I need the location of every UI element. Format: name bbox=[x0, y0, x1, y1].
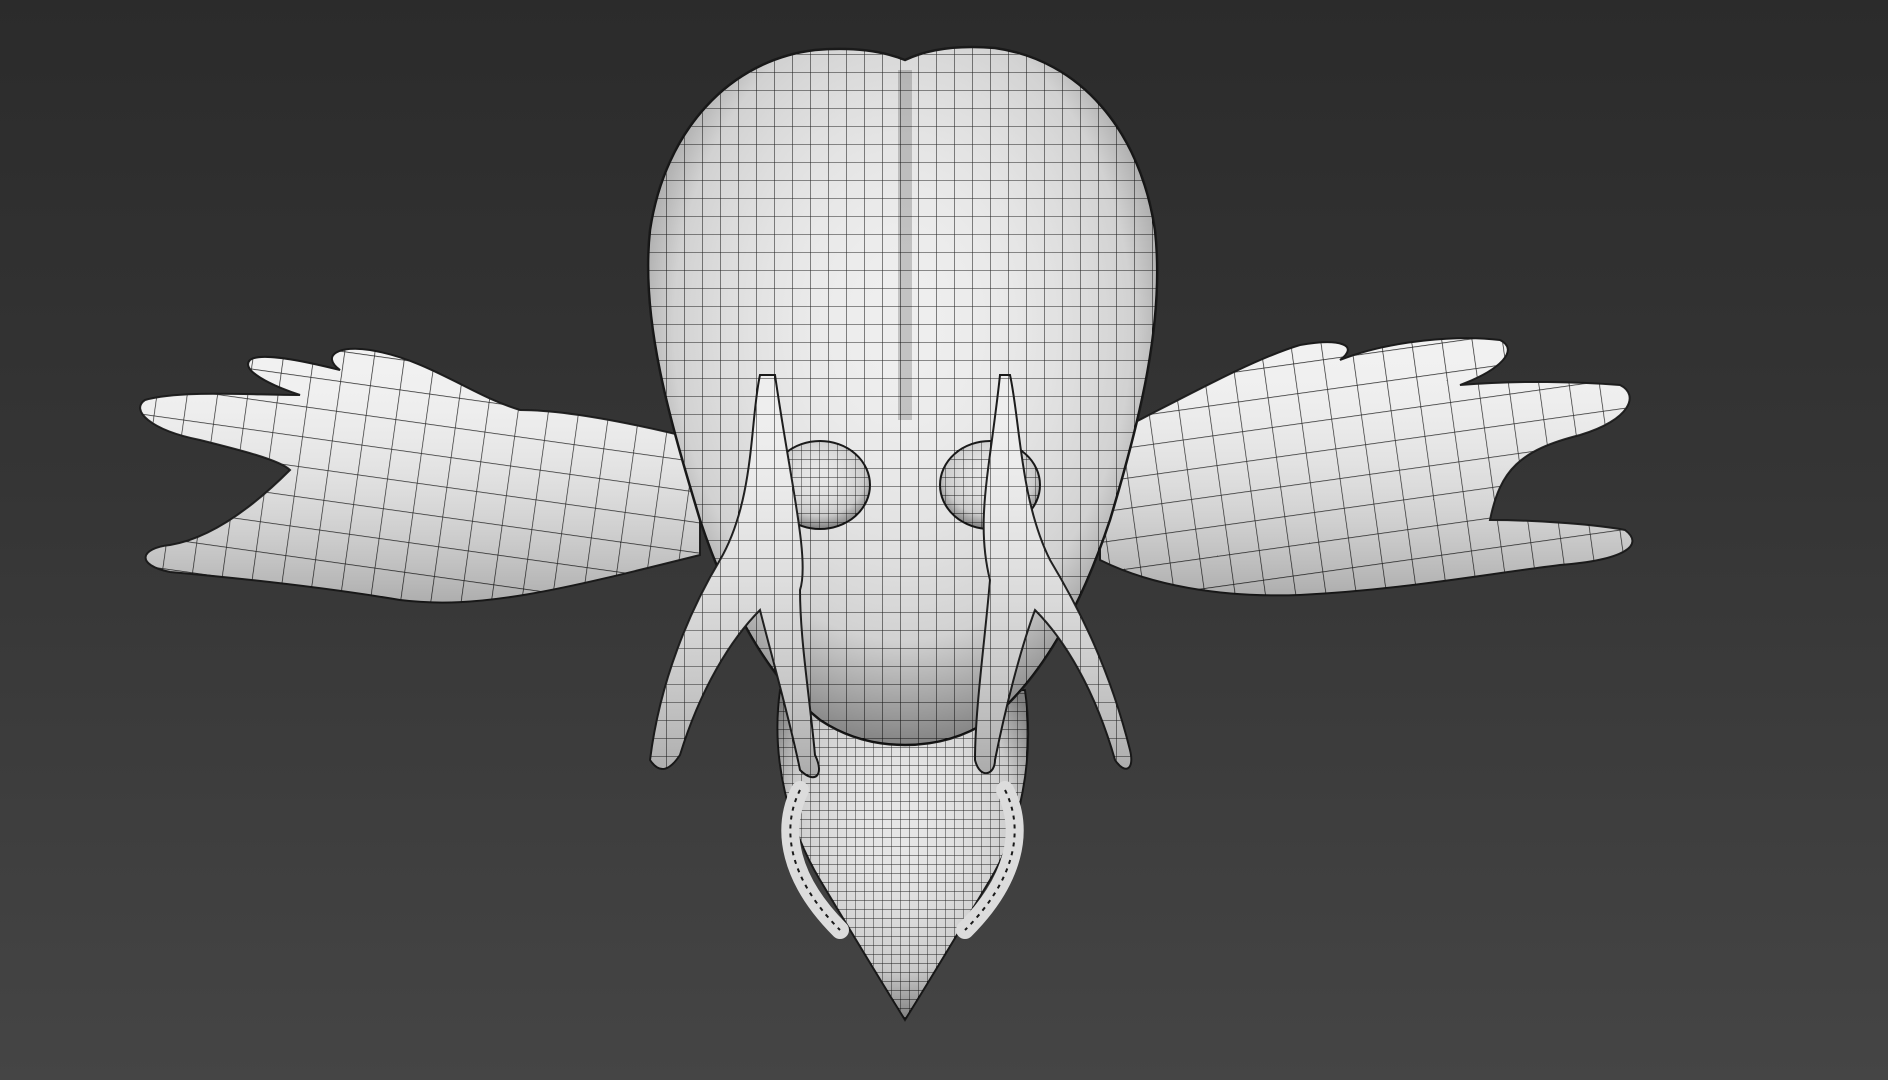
3d-viewport[interactable] bbox=[0, 0, 1888, 1080]
left-fin[interactable] bbox=[139, 347, 701, 604]
right-fin[interactable] bbox=[1099, 337, 1634, 597]
sculpt-model[interactable] bbox=[0, 0, 1888, 1080]
